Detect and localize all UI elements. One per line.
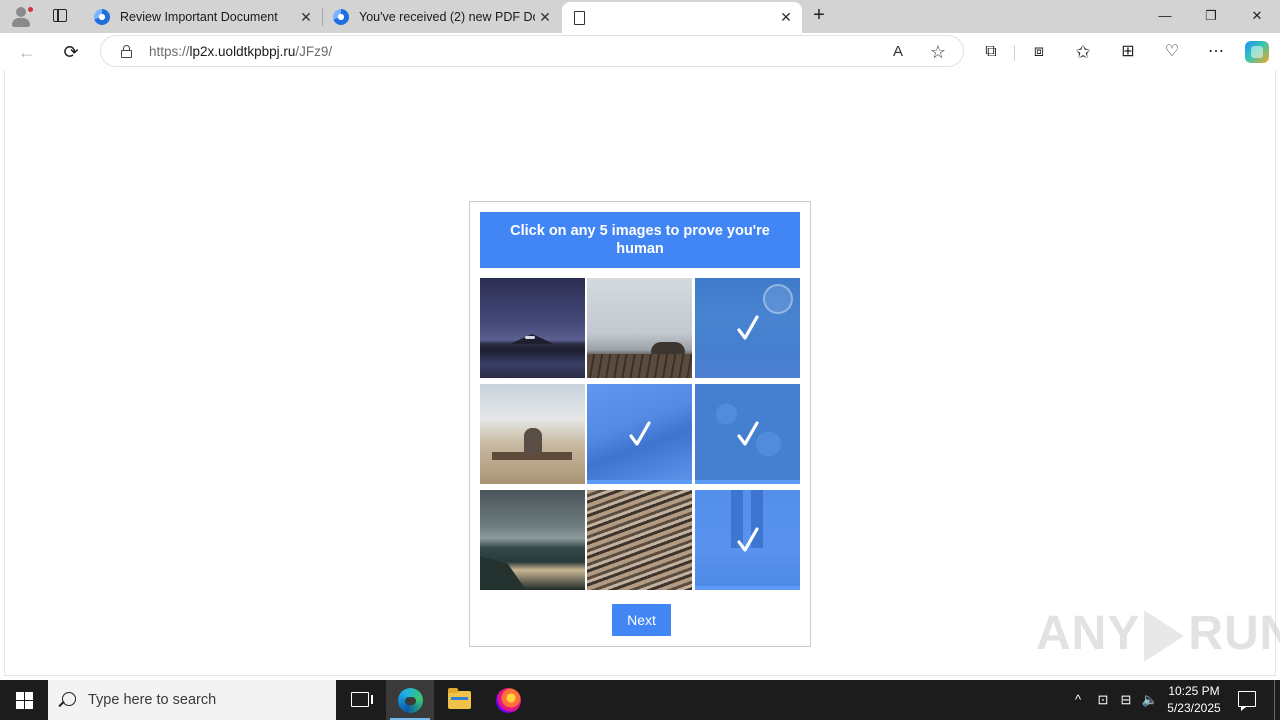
back-arrow-icon[interactable]: ← — [14, 39, 40, 65]
search-icon — [62, 692, 76, 706]
copilot-icon[interactable] — [1245, 41, 1269, 63]
tray-chevron-icon[interactable]: ^ — [1069, 691, 1087, 709]
tab-review-document[interactable]: Review Important Document ✕ — [84, 2, 322, 32]
windows-logo-icon — [16, 692, 33, 709]
profile-avatar-icon[interactable] — [8, 4, 36, 30]
meet-now-icon[interactable]: ⊡ — [1094, 691, 1112, 709]
tab-title: You've received (2) new PDF Doc — [359, 10, 535, 24]
site-favicon-icon — [94, 9, 110, 25]
windows-taskbar: Type here to search ^ ⊡ ⊟ 🔈 10:25 PM 5/2… — [0, 680, 1280, 720]
tab-strip: Review Important Document ✕ You've recei… — [0, 0, 1280, 33]
tab-actions-icon[interactable] — [48, 6, 72, 26]
refresh-icon[interactable]: ⟳ — [58, 39, 84, 65]
tab-current-page[interactable]: ✕ — [562, 2, 802, 33]
checkmark-icon — [737, 420, 759, 448]
collections-icon[interactable]: ⊞ — [1116, 40, 1140, 64]
captcha-instruction: Click on any 5 images to prove you're hu… — [480, 212, 800, 268]
next-button[interactable]: Next — [612, 604, 671, 636]
checkmark-icon — [629, 420, 651, 448]
toolbar-separator — [1014, 45, 1015, 61]
clock-time: 10:25 PM — [1168, 684, 1220, 698]
checkmark-icon — [737, 314, 759, 342]
edge-icon — [398, 688, 423, 713]
tab-close-icon[interactable]: ✕ — [296, 9, 316, 26]
captcha-image-grid — [480, 278, 801, 594]
network-icon[interactable]: ⊟ — [1117, 691, 1135, 709]
restore-icon[interactable]: ❐ — [1188, 0, 1234, 32]
clock-date: 5/23/2025 — [1167, 701, 1221, 715]
more-menu-icon[interactable]: ⋯ — [1204, 40, 1228, 64]
captcha-tile-foggy-pier[interactable] — [587, 278, 692, 378]
captcha-tile-bench-field[interactable] — [480, 384, 585, 484]
captcha-tile-forest-railway[interactable] — [695, 278, 800, 378]
taskbar-search-box[interactable]: Type here to search — [48, 680, 336, 720]
firefox-icon — [496, 688, 521, 713]
notification-icon[interactable] — [1238, 691, 1256, 711]
task-view-icon — [351, 692, 373, 707]
captcha-tile-stormy-beach[interactable] — [480, 490, 585, 590]
volume-icon[interactable]: 🔈 — [1141, 691, 1159, 709]
search-placeholder: Type here to search — [88, 692, 217, 708]
page-document-icon — [574, 10, 585, 25]
start-button[interactable] — [0, 680, 48, 720]
reload-icon — [763, 284, 793, 314]
window-close-icon[interactable]: ✕ — [1234, 0, 1280, 32]
captcha-tile-dry-grass[interactable] — [587, 490, 692, 590]
checkmark-icon — [737, 526, 759, 554]
play-logo-icon — [1144, 610, 1185, 663]
favorites-icon[interactable]: ✩ — [1071, 40, 1095, 64]
favorite-star-icon[interactable]: ☆ — [927, 41, 949, 63]
browser-toolbar: ← ⟳ https://lp2x.uoldtkpbpj.ru/JFz9/ A ☆… — [0, 33, 1280, 70]
task-view-button[interactable] — [336, 680, 384, 720]
new-tab-icon[interactable]: + — [808, 5, 830, 27]
site-favicon-icon — [333, 9, 349, 25]
lock-icon[interactable] — [121, 45, 132, 58]
taskbar-firefox[interactable] — [484, 680, 532, 720]
url-text[interactable]: https://lp2x.uoldtkpbpj.ru/JFz9/ — [149, 44, 332, 59]
split-screen-icon[interactable]: ⧈ — [1027, 40, 1051, 64]
extensions-icon[interactable]: ⧉ — [979, 40, 1003, 64]
tab-title: Review Important Document — [120, 10, 278, 24]
captcha-tile-night-lake[interactable] — [480, 278, 585, 378]
tab-close-icon[interactable]: ✕ — [535, 9, 555, 26]
folder-icon — [448, 688, 471, 709]
taskbar-file-explorer[interactable] — [435, 680, 483, 720]
captcha-tile-legs-standing[interactable] — [695, 490, 800, 590]
tab-close-icon[interactable]: ✕ — [776, 9, 796, 26]
captcha-tile-woman-portrait[interactable] — [587, 384, 692, 484]
show-desktop-button[interactable] — [1274, 680, 1275, 720]
captcha-tile-succulents[interactable] — [695, 384, 800, 484]
taskbar-clock[interactable]: 10:25 PM 5/23/2025 — [1160, 683, 1228, 717]
anyrun-watermark: ANY RUN — [1036, 606, 1280, 663]
address-bar[interactable]: https://lp2x.uoldtkpbpj.ru/JFz9/ A ☆ — [100, 35, 964, 67]
read-aloud-icon[interactable]: A — [887, 41, 909, 63]
browser-essentials-icon[interactable]: ♡ — [1160, 40, 1184, 64]
taskbar-edge[interactable] — [386, 680, 434, 720]
tab-pdf-document[interactable]: You've received (2) new PDF Doc ✕ — [323, 2, 561, 32]
minimize-icon[interactable]: — — [1142, 0, 1188, 32]
captcha-widget: Click on any 5 images to prove you're hu… — [469, 201, 811, 647]
